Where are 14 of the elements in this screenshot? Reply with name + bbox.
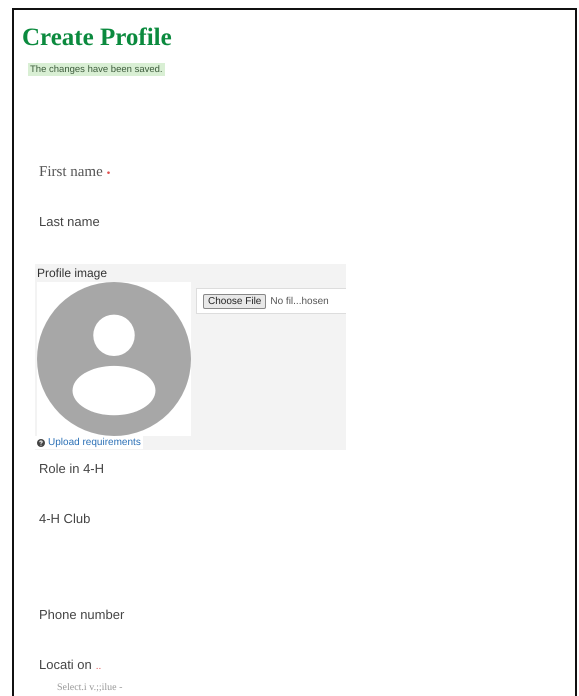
file-status: No fil...hosen (270, 296, 329, 306)
file-input[interactable]: Choose File No fil...hosen (196, 288, 346, 314)
field-label: Phone number (39, 607, 124, 622)
required-mark: • (106, 168, 110, 179)
choose-file-button[interactable]: Choose File (203, 294, 266, 308)
status-message: The changes have been saved. (28, 63, 165, 76)
field-label: Last name (39, 214, 100, 229)
field-label: Locati on (39, 657, 92, 672)
page-title: Create Profile (22, 23, 173, 53)
required-mark: .. (96, 661, 102, 672)
field-label: 4-H Club (39, 511, 90, 526)
field-label: Profile image (36, 265, 108, 280)
field-label: Role in 4-H (39, 461, 104, 476)
field-label: First name (39, 164, 103, 181)
